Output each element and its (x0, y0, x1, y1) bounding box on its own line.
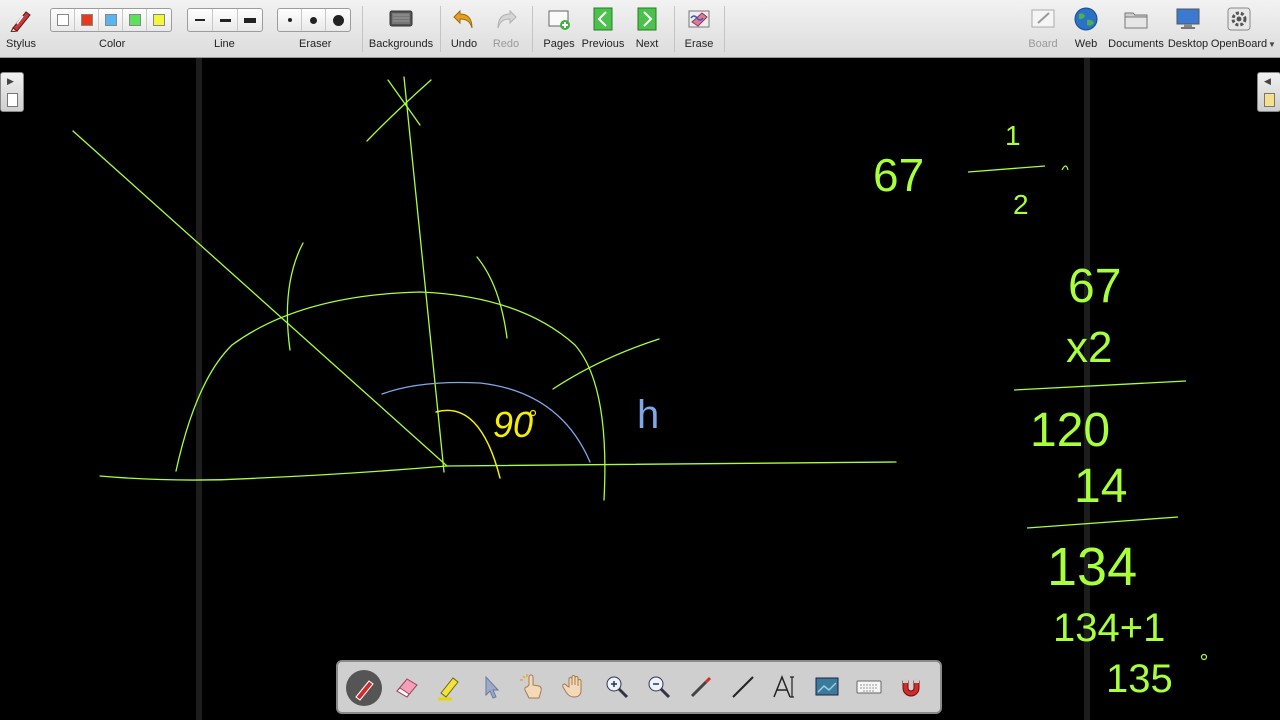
color-green-swatch[interactable] (123, 9, 147, 31)
selector-tool[interactable] (472, 668, 510, 706)
color-red-swatch[interactable] (75, 9, 99, 31)
tool-palette (336, 660, 942, 714)
keyboard-icon (856, 680, 882, 694)
arrow-left-icon: ◀ (1264, 76, 1271, 86)
right-panel-toggle[interactable]: ◀ (1257, 72, 1280, 112)
globe-icon (1073, 6, 1099, 32)
pages-button[interactable]: Pages (542, 0, 576, 57)
erase-button[interactable]: Erase (682, 0, 716, 57)
pen-tool[interactable] (346, 670, 382, 706)
magnet-tool[interactable] (892, 668, 930, 706)
openboard-menu-button[interactable]: OpenBoard (1211, 0, 1267, 57)
zoom-out-icon (648, 676, 671, 699)
next-page-button[interactable]: Next (630, 0, 664, 57)
stylus-button[interactable]: Stylus (4, 0, 38, 57)
stylus-label: Stylus (6, 38, 36, 50)
pointing-hand-icon (520, 674, 542, 699)
eraser-size-group (277, 8, 351, 32)
arrow-right-icon: ▶ (7, 76, 14, 86)
interact-tool[interactable] (514, 668, 552, 706)
previous-label: Previous (581, 38, 625, 50)
line-thick-button[interactable] (238, 9, 262, 31)
erase-label: Erase (684, 38, 714, 50)
zoom-in-tool[interactable] (598, 668, 636, 706)
zoom-out-tool[interactable] (640, 668, 678, 706)
keyboard-tool[interactable] (850, 668, 888, 706)
left-panel-toggle[interactable]: ▶ (0, 72, 24, 112)
line-thin-button[interactable] (188, 9, 213, 31)
hand-icon (562, 675, 582, 698)
backgrounds-icon (388, 6, 414, 32)
main-toolbar: Stylus Color Line Eraser Backgrounds Und… (0, 0, 1280, 58)
eraser-tool[interactable] (388, 668, 426, 706)
eraser-large-button[interactable] (326, 9, 350, 31)
board-icon (1030, 6, 1056, 32)
line-label: Line (214, 38, 235, 50)
documents-button[interactable]: Documents (1108, 0, 1164, 57)
line-width-group (187, 8, 263, 32)
eraser-medium-button[interactable] (302, 9, 326, 31)
openboard-label: OpenBoard (1210, 38, 1268, 50)
monitor-icon (1175, 6, 1201, 32)
color-blue-swatch[interactable] (99, 9, 123, 31)
text-tool[interactable] (766, 668, 804, 706)
next-page-icon (634, 6, 660, 32)
redo-button[interactable]: Redo (490, 0, 522, 57)
zoom-in-icon (606, 676, 629, 699)
backgrounds-button[interactable]: Backgrounds (368, 0, 434, 57)
chevron-down-icon[interactable]: ▼ (1268, 40, 1276, 49)
color-palette (50, 8, 172, 32)
pages-label: Pages (543, 38, 575, 50)
undo-label: Undo (450, 38, 478, 50)
laser-pointer-tool[interactable] (682, 668, 720, 706)
folder-icon (1123, 6, 1149, 32)
web-label: Web (1074, 38, 1098, 50)
stylus-icon (8, 6, 34, 33)
line-icon (732, 676, 754, 698)
hand-tool[interactable] (556, 668, 594, 706)
desktop-button[interactable]: Desktop (1168, 0, 1208, 57)
marker-tool[interactable] (430, 668, 468, 706)
laser-pointer-icon (690, 676, 712, 698)
line-tool[interactable] (724, 668, 762, 706)
pen-icon (355, 680, 374, 701)
text-icon (773, 674, 794, 698)
page-border-right (1084, 58, 1090, 720)
highlighter-icon (438, 677, 459, 701)
screen-capture-icon (815, 677, 839, 696)
eraser-icon (396, 678, 418, 698)
web-button[interactable]: Web (1070, 0, 1102, 57)
color-white-swatch[interactable] (51, 9, 75, 31)
next-label: Next (635, 38, 659, 50)
desktop-label: Desktop (1167, 38, 1209, 50)
previous-page-icon (590, 6, 616, 32)
previous-page-button[interactable]: Previous (582, 0, 624, 57)
add-page-icon (546, 6, 572, 32)
line-medium-button[interactable] (213, 9, 238, 31)
color-yellow-swatch[interactable] (147, 9, 171, 31)
redo-label: Redo (492, 38, 520, 50)
erase-page-icon (686, 6, 712, 32)
eraser-small-button[interactable] (278, 9, 302, 31)
redo-icon (493, 6, 519, 32)
library-icon (1264, 93, 1275, 107)
eraser-label: Eraser (299, 38, 332, 50)
board-label: Board (1028, 38, 1058, 50)
gear-icon (1226, 6, 1252, 32)
page-border-left (196, 58, 202, 720)
capture-tool[interactable] (808, 668, 846, 706)
documents-label: Documents (1108, 38, 1164, 50)
undo-icon (451, 6, 477, 32)
page-thumbnail-icon (7, 93, 18, 107)
backgrounds-label: Backgrounds (368, 38, 434, 50)
arrow-cursor-icon (485, 675, 500, 699)
magnet-icon (902, 679, 920, 697)
board-mode-button[interactable]: Board (1026, 0, 1060, 57)
undo-button[interactable]: Undo (448, 0, 480, 57)
color-label: Color (99, 38, 126, 50)
